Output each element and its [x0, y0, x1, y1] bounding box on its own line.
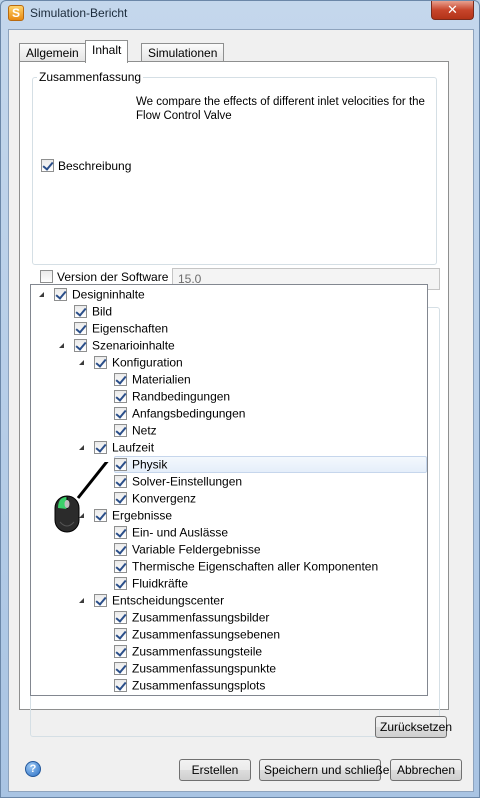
tree-item[interactable]: Randbedingungen [114, 388, 230, 405]
tree-item[interactable]: Konfiguration [94, 354, 183, 371]
tree-item-label: Laufzeit [112, 440, 155, 455]
summary-group: Zusammenfassung We compare the effects o… [32, 70, 437, 265]
tree-item-label: Konfiguration [112, 355, 183, 370]
tree-item-label: Fluidkräfte [132, 576, 189, 591]
tab-simulationen[interactable]: Simulationen [141, 43, 225, 62]
tree-item-checkbox[interactable] [114, 407, 127, 421]
description-text: We compare the effects of different inle… [136, 96, 425, 122]
version-checkbox[interactable] [40, 270, 53, 284]
tree-item-checkbox[interactable] [114, 390, 127, 404]
tree-item-checkbox[interactable] [114, 645, 127, 659]
tree-item-label: Entscheidungscenter [112, 593, 225, 608]
tree-item[interactable]: Zusammenfassungsteile [114, 643, 262, 660]
tree-item-label: Eigenschaften [92, 321, 169, 336]
tree-expander-icon[interactable] [79, 598, 84, 603]
simulation-app-icon: S [8, 5, 24, 21]
tree-item-checkbox[interactable] [94, 441, 107, 455]
tree-item-label: Randbedingungen [132, 389, 231, 404]
summary-group-legend: Zusammenfassung [37, 70, 144, 84]
tree-item-label: Materialien [132, 372, 191, 387]
create-button[interactable]: Erstellen [179, 759, 251, 781]
close-button[interactable]: ✕ [431, 1, 474, 20]
tree-item-label: Thermische Eigenschaften aller Komponent… [132, 559, 379, 574]
tree-item-label: Zusammenfassungsebenen [132, 627, 281, 642]
tree-expander-icon[interactable] [79, 445, 84, 450]
dialog-window: S Simulation-Bericht ✕ Allgemein Inhalt … [0, 0, 480, 798]
tree-item-label: Solver-Einstellungen [132, 474, 243, 489]
tree-item[interactable]: Thermische Eigenschaften aller Komponent… [114, 558, 378, 575]
tree-item-label: Konvergenz [132, 491, 197, 506]
tree-item-label: Bild [92, 304, 113, 319]
tree-item-checkbox[interactable] [114, 577, 127, 591]
tree-item[interactable]: Zusammenfassungspunkte [114, 660, 276, 677]
tree-item[interactable]: Anfangsbedingungen [114, 405, 245, 422]
tree-item-checkbox[interactable] [114, 560, 127, 574]
tree-item[interactable]: Zusammenfassungsplots [114, 677, 265, 694]
tree-item[interactable]: Fluidkräfte [114, 575, 188, 592]
tree-item[interactable]: Laufzeit [94, 439, 154, 456]
tree-item-checkbox[interactable] [114, 679, 127, 693]
tree-item-label: Zusammenfassungsteile [132, 644, 263, 659]
tree-expander-icon[interactable] [79, 360, 84, 365]
description-checkbox-label: Beschreibung [58, 158, 132, 173]
tree-item[interactable]: Konvergenz [114, 490, 196, 507]
tree-item-checkbox[interactable] [94, 356, 107, 370]
tree-item-label: Physik [132, 457, 168, 472]
tree-item-label: Anfangsbedingungen [132, 406, 246, 421]
tree-item-checkbox[interactable] [94, 594, 107, 608]
tree-item-checkbox[interactable] [74, 339, 87, 353]
tree-item[interactable]: Netz [114, 422, 157, 439]
tree-item-checkbox[interactable] [74, 322, 87, 336]
help-icon[interactable]: ? [25, 761, 41, 777]
tree-item-checkbox[interactable] [114, 662, 127, 676]
tree-item-label: Szenarioinhalte [92, 338, 175, 353]
tree-item-label: Netz [132, 423, 157, 438]
title-bar[interactable]: S Simulation-Bericht ✕ [1, 1, 479, 27]
cancel-button[interactable]: Abbrechen [390, 759, 462, 781]
tree-item[interactable]: Entscheidungscenter [94, 592, 224, 609]
tree-item-label: Zusammenfassungspunkte [132, 661, 277, 676]
tree-item[interactable]: Zusammenfassungsbilder [114, 609, 269, 626]
tree-item-checkbox[interactable] [114, 543, 127, 557]
tree-item-label: Ergebnisse [112, 508, 173, 523]
tree-item[interactable]: Bild [74, 303, 112, 320]
description-checkbox-row[interactable]: Beschreibung [41, 158, 131, 173]
reset-button[interactable]: Zurücksetzen [375, 716, 452, 738]
tree-item-label: Zusammenfassungsbilder [132, 610, 270, 625]
tree-item[interactable]: Eigenschaften [74, 320, 168, 337]
tree-item-checkbox[interactable] [114, 373, 127, 387]
tree-item-label: Variable Feldergebnisse [132, 542, 261, 557]
tree-item[interactable]: Solver-Einstellungen [114, 473, 242, 490]
window-title: Simulation-Bericht [30, 6, 128, 20]
tree-item-label: Designinhalte [72, 287, 145, 302]
tree-item[interactable]: Variable Feldergebnisse [114, 541, 261, 558]
tab-inhalt[interactable]: Inhalt [85, 40, 129, 63]
tree-item-checkbox[interactable] [54, 288, 67, 302]
tree-item[interactable]: Materialien [114, 371, 191, 388]
save-and-close-button[interactable]: Speichern und schließen [259, 759, 396, 781]
tree-expander-icon[interactable] [39, 292, 44, 297]
tree-item-label: Zusammenfassungsplots [132, 678, 266, 693]
tree-item-checkbox[interactable] [114, 628, 127, 642]
tree-item[interactable]: Physik [114, 456, 167, 473]
mouse-icon [54, 462, 109, 533]
tree-item[interactable]: Ein- und Auslässe [114, 524, 228, 541]
dialog-client-area: Allgemein Inhalt Simulationen Zusammenfa… [8, 29, 474, 792]
tab-allgemein[interactable]: Allgemein [19, 43, 86, 62]
description-checkbox[interactable] [41, 159, 54, 173]
tree-item[interactable]: Zusammenfassungsebenen [114, 626, 280, 643]
tree-item-checkbox[interactable] [74, 305, 87, 319]
version-checkbox-label: Version der Software [57, 269, 169, 284]
tree-expander-icon[interactable] [59, 343, 64, 348]
tree-item-checkbox[interactable] [114, 424, 127, 438]
tree-item[interactable]: Designinhalte [54, 286, 145, 303]
tree-item-label: Ein- und Auslässe [132, 525, 229, 540]
tree-item-checkbox[interactable] [114, 611, 127, 625]
tree-item[interactable]: Szenarioinhalte [74, 337, 175, 354]
version-checkbox-row[interactable]: Version der Software [40, 269, 168, 284]
